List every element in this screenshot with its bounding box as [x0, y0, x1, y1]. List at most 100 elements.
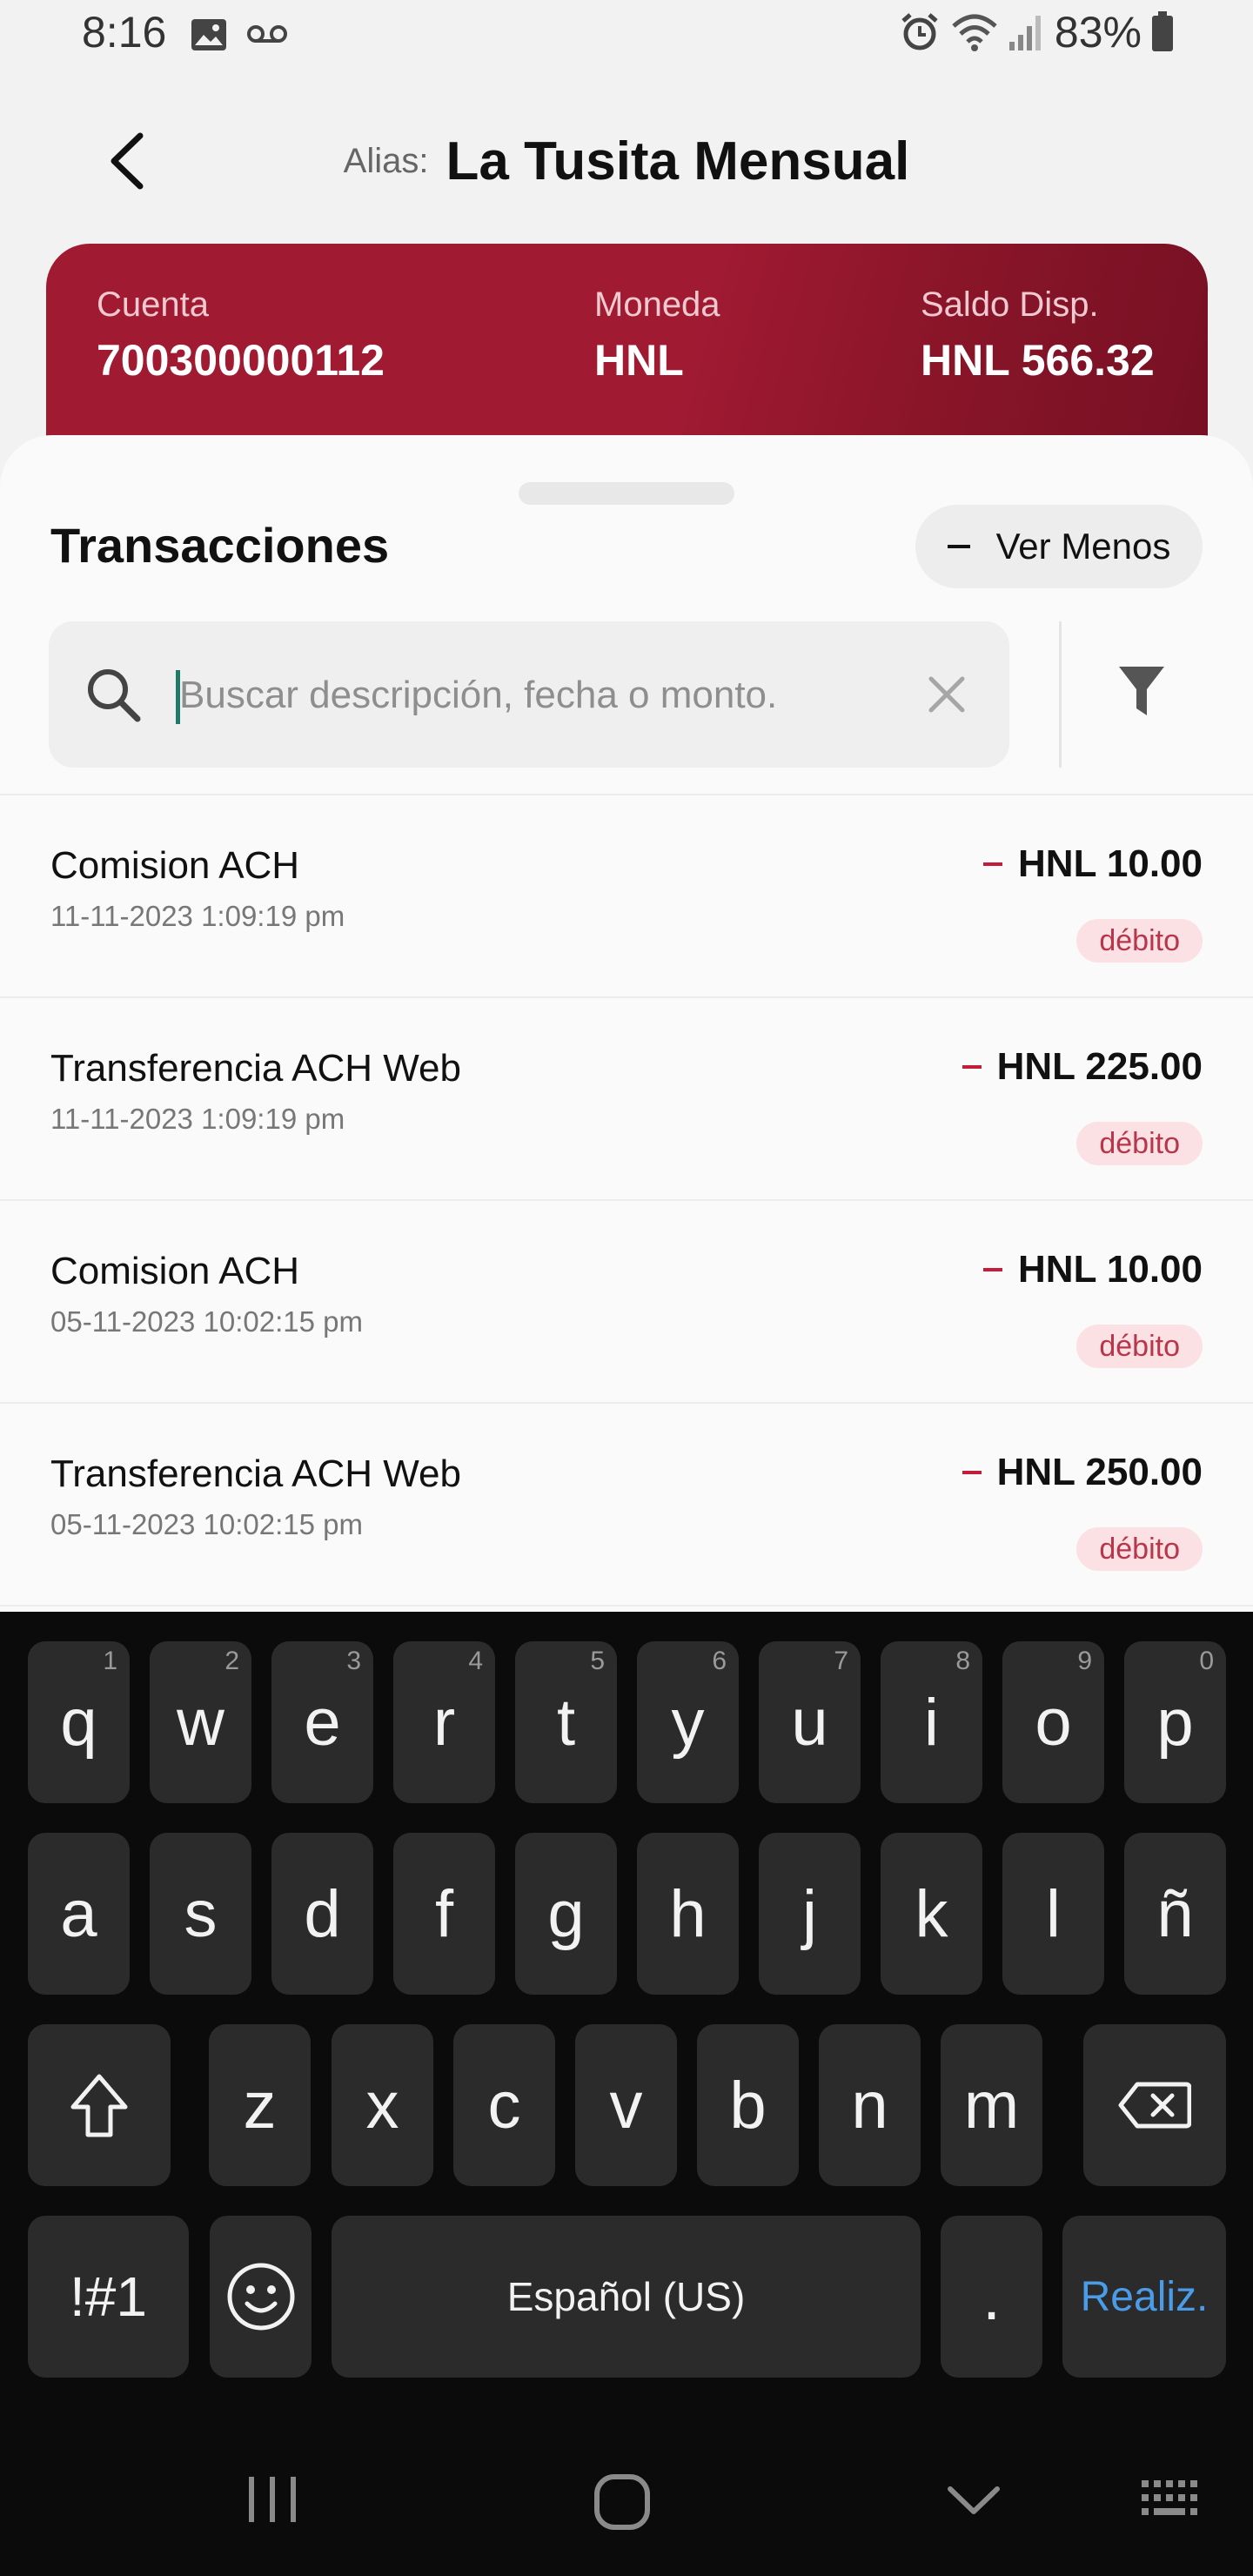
emoji-icon [227, 2263, 294, 2331]
emoji-key[interactable] [210, 2216, 312, 2378]
debit-sign-icon [962, 1471, 982, 1474]
shift-icon [70, 2074, 128, 2137]
transaction-description: Comision ACH [50, 844, 300, 887]
transaction-row[interactable]: Comision ACH 11-11-2023 1:09:19 pm HNL 1… [0, 795, 1253, 998]
key-f[interactable]: f [393, 1833, 495, 1995]
key-q[interactable]: q1 [28, 1641, 130, 1803]
transaction-date: 11-11-2023 1:09:19 pm [50, 1103, 345, 1135]
transaction-amount: HNL 10.00 [983, 842, 1203, 886]
currency-label: Moneda [594, 285, 720, 324]
transaction-row[interactable]: Transferencia ACH Web 11-11-2023 1:09:19… [0, 998, 1253, 1201]
transaction-description: Transferencia ACH Web [50, 1452, 461, 1495]
image-icon [191, 19, 226, 50]
alias-name: La Tusita Mensual [446, 131, 910, 191]
transaction-list: Comision ACH 11-11-2023 1:09:19 pm HNL 1… [0, 794, 1253, 1607]
transaction-type-badge: débito [1076, 919, 1203, 963]
transaction-row[interactable]: Comision ACH 05-11-2023 10:02:15 pm HNL … [0, 1201, 1253, 1404]
ver-menos-label: Ver Menos [995, 526, 1171, 567]
key-y[interactable]: y6 [637, 1641, 739, 1803]
status-time: 8:16 [82, 8, 167, 57]
backspace-key[interactable] [1083, 2024, 1226, 2186]
recents-icon[interactable] [245, 2472, 299, 2527]
key-x[interactable]: x [332, 2024, 433, 2186]
key-m[interactable]: m [941, 2024, 1042, 2186]
search-box[interactable] [49, 621, 1009, 768]
key-n[interactable]: n [819, 2024, 921, 2186]
transactions-title: Transacciones [50, 518, 390, 573]
transaction-date: 05-11-2023 10:02:15 pm [50, 1305, 363, 1338]
status-bar: 8:16 83% [0, 0, 1253, 78]
alias-label: Alias: [343, 141, 429, 180]
key-b[interactable]: b [697, 2024, 799, 2186]
transaction-row[interactable]: Transferencia ACH Web 05-11-2023 10:02:1… [0, 1404, 1253, 1607]
transaction-type-badge: débito [1076, 1527, 1203, 1571]
status-right: 83% [898, 7, 1175, 57]
key-i[interactable]: i8 [881, 1641, 982, 1803]
transaction-amount-value: HNL 10.00 [1018, 842, 1203, 885]
transaction-amount-value: HNL 250.00 [996, 1451, 1203, 1493]
search-divider [1059, 621, 1062, 768]
symbols-key[interactable]: !#1 [28, 2216, 189, 2378]
period-key[interactable]: . [941, 2216, 1042, 2378]
key-e[interactable]: e3 [271, 1641, 373, 1803]
transaction-type-badge: débito [1076, 1122, 1203, 1165]
balance-group: Saldo Disp. HNL 566.32 [921, 285, 1155, 386]
currency-group: Moneda HNL [594, 285, 720, 386]
key-w[interactable]: w2 [150, 1641, 251, 1803]
minus-icon [947, 545, 970, 548]
transaction-description: Transferencia ACH Web [50, 1047, 461, 1090]
signal-icon [1008, 16, 1041, 50]
key-z[interactable]: z [209, 2024, 311, 2186]
key-g[interactable]: g [515, 1833, 617, 1995]
transaction-amount: HNL 250.00 [962, 1451, 1203, 1494]
done-key[interactable]: Realiz. [1062, 2216, 1226, 2378]
transaction-description: Comision ACH [50, 1250, 300, 1292]
ver-menos-button[interactable]: Ver Menos [915, 505, 1203, 588]
key-s[interactable]: s [150, 1833, 251, 1995]
home-icon[interactable] [592, 2472, 653, 2532]
transaction-type-badge: débito [1076, 1325, 1203, 1368]
alarm-icon [901, 13, 938, 50]
key-k[interactable]: k [881, 1833, 982, 1995]
shift-key[interactable] [28, 2024, 171, 2186]
key-t[interactable]: t5 [515, 1641, 617, 1803]
back-nav-icon[interactable] [947, 2482, 1001, 2517]
transactions-sheet: Transacciones Ver Menos Comision ACH 11-… [0, 435, 1253, 1612]
key-r[interactable]: r4 [393, 1641, 495, 1803]
key-j[interactable]: j [759, 1833, 861, 1995]
wifi-icon [952, 14, 997, 51]
debit-sign-icon [983, 1268, 1003, 1271]
account-number-label: Cuenta [97, 285, 209, 324]
alias-header: Alias: La Tusita Mensual [0, 122, 1253, 200]
account-number-group: Cuenta 700300000112 [97, 285, 385, 386]
sheet-handle[interactable] [519, 482, 734, 505]
transaction-amount: HNL 10.00 [983, 1248, 1203, 1291]
key-l[interactable]: l [1002, 1833, 1104, 1995]
search-icon [88, 669, 141, 722]
key-p[interactable]: p0 [1124, 1641, 1226, 1803]
clear-icon[interactable] [926, 674, 968, 715]
keyboard-icon[interactable] [1140, 2479, 1203, 2520]
debit-sign-icon [983, 862, 1003, 866]
key-n-tilde[interactable]: ñ [1124, 1833, 1226, 1995]
key-o[interactable]: o9 [1002, 1641, 1104, 1803]
key-h[interactable]: h [637, 1833, 739, 1995]
battery-icon [1152, 11, 1173, 51]
debit-sign-icon [962, 1065, 982, 1069]
backspace-icon [1118, 2082, 1191, 2129]
balance-value: HNL 566.32 [921, 336, 1155, 385]
battery-percent: 83% [1054, 8, 1142, 57]
transaction-date: 05-11-2023 10:02:15 pm [50, 1508, 363, 1540]
key-a[interactable]: a [28, 1833, 130, 1995]
key-v[interactable]: v [575, 2024, 677, 2186]
balance-label: Saldo Disp. [921, 285, 1099, 324]
filter-icon[interactable] [1117, 665, 1166, 719]
transaction-amount: HNL 225.00 [962, 1045, 1203, 1089]
transaction-amount-value: HNL 225.00 [996, 1045, 1203, 1088]
key-u[interactable]: u7 [759, 1641, 861, 1803]
key-d[interactable]: d [271, 1833, 373, 1995]
currency-value: HNL [594, 336, 684, 385]
space-key[interactable]: Español (US) [332, 2216, 921, 2378]
key-c[interactable]: c [453, 2024, 555, 2186]
search-input[interactable] [179, 656, 919, 735]
